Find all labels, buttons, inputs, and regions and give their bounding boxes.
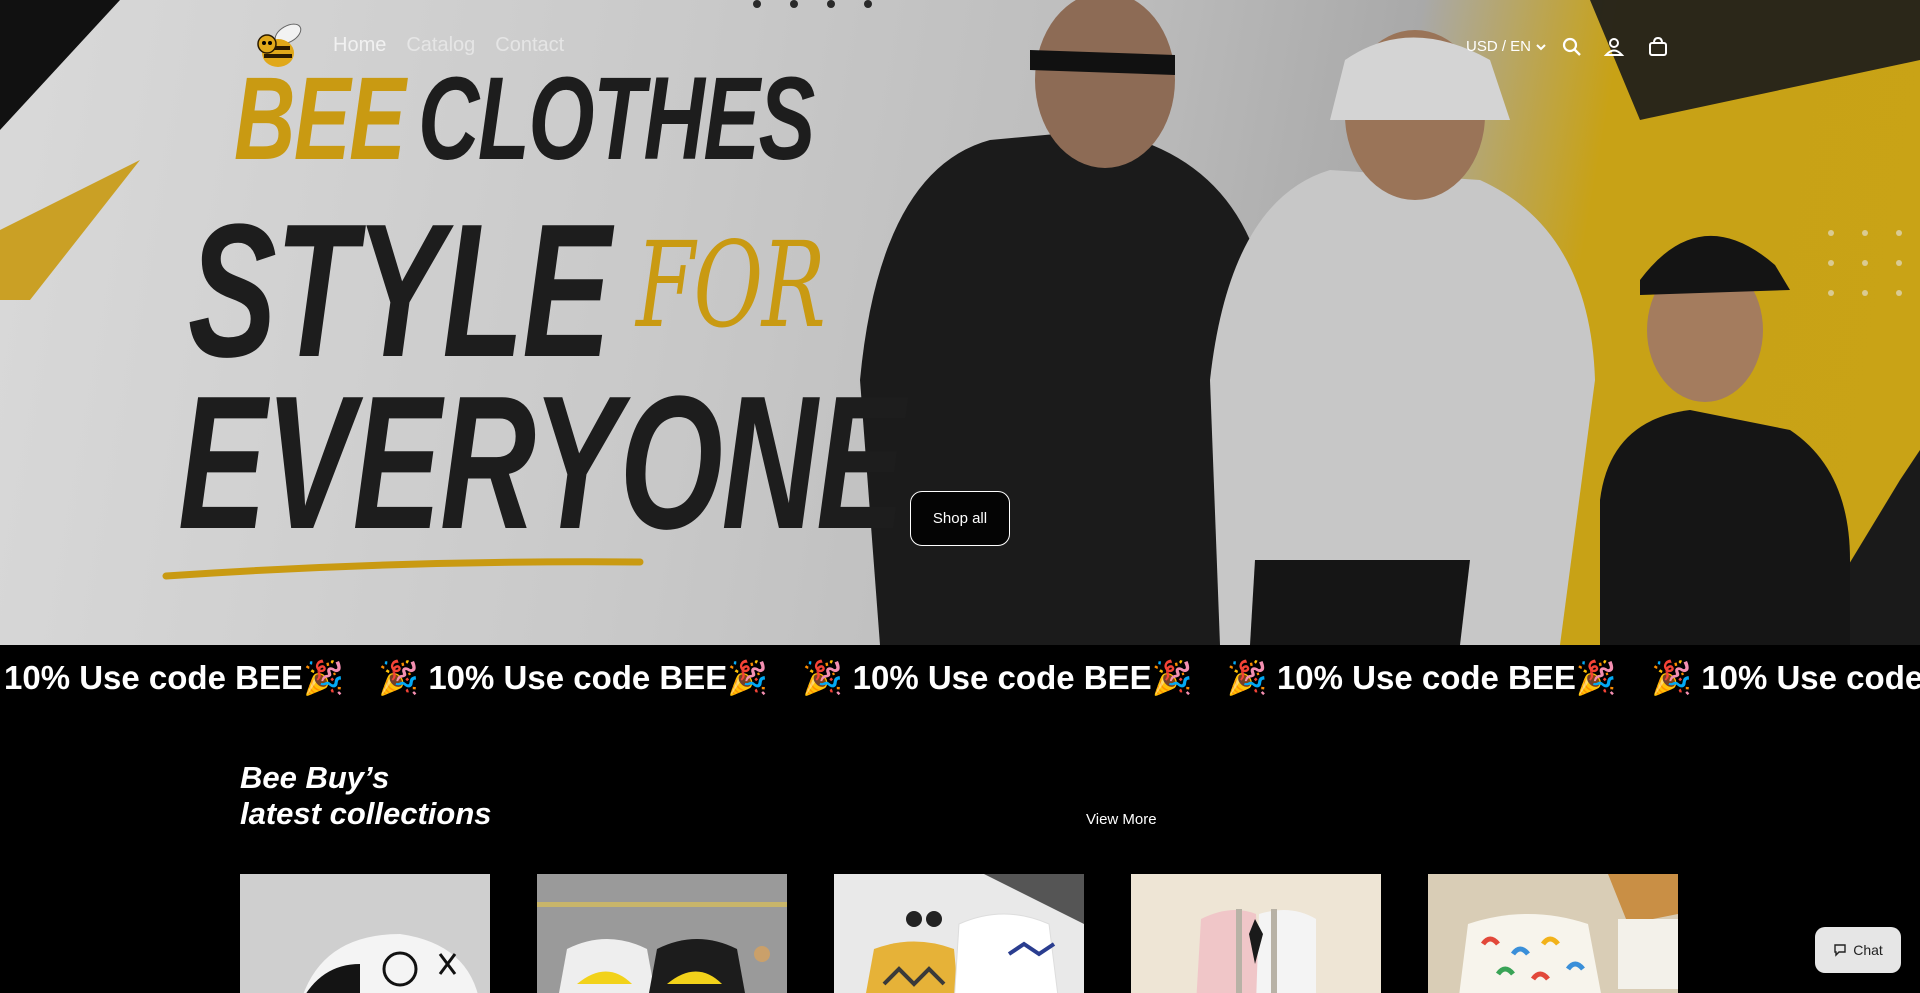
dots-decoration <box>753 0 872 8</box>
view-more-link[interactable]: View More <box>1086 811 1157 828</box>
product-card-cap[interactable] <box>240 874 490 993</box>
marquee-item: 10% Use code BEE🎉 <box>4 659 345 696</box>
hero-word-everyone: EVERYONE <box>178 357 905 569</box>
marquee-item: 🎉 10% Use code BEE🎉 <box>1226 659 1617 696</box>
person-man-head <box>1035 0 1175 168</box>
collections-heading-line2: latest collections <box>240 796 492 831</box>
brush-stroke-top-right <box>1590 0 1920 120</box>
search-icon[interactable] <box>1561 36 1583 58</box>
marquee-track: 10% Use code BEE🎉 🎉 10% Use code BEE🎉 🎉 … <box>4 659 1920 698</box>
product-image-pattern-shirt <box>1428 874 1678 993</box>
chat-bubble-icon <box>1834 944 1846 957</box>
chat-label: Chat <box>1853 942 1883 958</box>
brush-stroke-left-gold <box>0 160 140 300</box>
chevron-down-icon <box>1536 43 1546 50</box>
hero-word-clothes: CLOTHES <box>418 53 815 185</box>
product-card-shirts[interactable] <box>537 874 787 993</box>
promo-marquee: 10% Use code BEE🎉 🎉 10% Use code BEE🎉 🎉 … <box>0 645 1920 715</box>
collections-heading: Bee Buy’s latest collections <box>240 760 492 832</box>
product-cards <box>240 874 1678 993</box>
marquee-item: 🎉 10% Use code BEE🎉 <box>378 659 769 696</box>
collections-heading-line1: Bee Buy’s <box>240 760 390 795</box>
product-card-polos[interactable] <box>834 874 1084 993</box>
account-icon[interactable] <box>1603 36 1625 58</box>
brush-stroke-top-left <box>0 0 120 130</box>
marquee-item: 🎉 10% Use code BEE🎉 <box>1651 659 1920 696</box>
dot-grid-decoration <box>1828 230 1902 296</box>
chat-button[interactable]: Chat <box>1815 927 1901 973</box>
nav-contact[interactable]: Contact <box>495 34 564 57</box>
product-image-polos <box>834 874 1084 993</box>
person-woman-pants <box>1250 560 1470 645</box>
product-image-suit <box>1131 874 1381 993</box>
main-nav: Home Catalog Contact <box>333 34 564 57</box>
product-card-suit[interactable] <box>1131 874 1381 993</box>
nav-home[interactable]: Home <box>333 34 386 57</box>
marquee-item: 🎉 10% Use code BEE🎉 <box>802 659 1193 696</box>
currency-language-selector[interactable]: USD / EN <box>1466 38 1547 55</box>
person-man-hoodie <box>860 130 1270 645</box>
hero-word-bee: BEE <box>234 53 406 185</box>
nav-catalog[interactable]: Catalog <box>406 34 475 57</box>
product-image-shirts <box>537 874 787 993</box>
locale-label: USD / EN <box>1466 38 1532 55</box>
person-kid-hoodie <box>1600 410 1850 645</box>
kid-cap <box>1640 235 1790 295</box>
bee-logo[interactable] <box>250 18 308 74</box>
hero-word-for: FOR <box>636 216 826 354</box>
product-image-cap <box>240 874 490 993</box>
shop-all-button[interactable]: Shop all <box>910 491 1010 546</box>
product-card-pattern-shirt[interactable] <box>1428 874 1678 993</box>
hero-banner: BEE CLOTHES STYLE FOR EVERYONE Home Cata… <box>0 0 1920 645</box>
cart-icon[interactable] <box>1647 36 1669 58</box>
